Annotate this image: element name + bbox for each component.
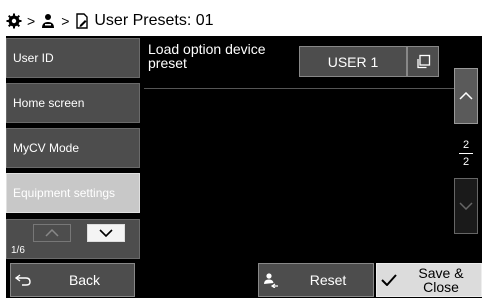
sidebar-page-up-button[interactable] [33, 224, 71, 242]
checkmark-icon [377, 274, 401, 286]
select-list-icon [417, 54, 431, 68]
scroll-page-indicator: 2 2 [454, 130, 478, 176]
preset-select-button[interactable] [407, 46, 439, 77]
preset-edit-icon [76, 13, 89, 29]
back-label: Back [68, 272, 101, 288]
sidebar-item-label: Equipment settings [13, 186, 116, 200]
chevron-up-icon [45, 229, 59, 237]
gear-icon [6, 13, 22, 29]
sidebar-page-down-button[interactable] [87, 224, 125, 242]
sidebar-item-label: User ID [13, 51, 54, 65]
setting-label: Load option device preset [148, 41, 266, 71]
save-close-button[interactable]: Save & Close [376, 263, 482, 297]
reset-label: Reset [309, 272, 347, 288]
screen-frame: > > User Presets: 01 User ID Home screen… [6, 6, 482, 298]
setting-row-load-preset: Load option device preset USER 1 [144, 38, 454, 89]
sidebar-pager: 1/6 [6, 219, 140, 259]
page-title: User Presets: 01 [94, 12, 214, 29]
save-close-label: Save & Close [418, 265, 464, 295]
settings-panel: Load option device preset USER 1 [144, 38, 482, 259]
breadcrumb-presets [74, 13, 90, 29]
chevron-up-icon [459, 92, 473, 100]
preset-value-field[interactable]: USER 1 [299, 46, 407, 77]
user-settings-icon [42, 14, 55, 28]
page-divider [459, 152, 473, 154]
sidebar-item-label: Home screen [13, 96, 85, 110]
breadcrumb-separator: > [61, 13, 70, 29]
scroll-total-pages: 2 [462, 155, 470, 168]
sidebar-item-equipment-settings[interactable]: Equipment settings [6, 173, 140, 213]
footer-bar: Back Reset Save & Close [6, 260, 482, 298]
reset-button[interactable]: Reset [258, 263, 374, 297]
scroll-up-button[interactable] [454, 68, 478, 124]
breadcrumb: > > User Presets: 01 [6, 6, 482, 36]
breadcrumb-settings [6, 13, 22, 29]
chevron-down-icon [459, 202, 473, 210]
sidebar-item-home-screen[interactable]: Home screen [6, 83, 140, 123]
sidebar-page-indicator: 1/6 [11, 245, 25, 256]
user-reset-icon [259, 272, 283, 288]
back-button[interactable]: Back [10, 263, 135, 297]
scroll-down-button[interactable] [454, 178, 478, 234]
sidebar-item-label: MyCV Mode [13, 141, 80, 155]
sidebar-item-user-id[interactable]: User ID [6, 38, 140, 78]
breadcrumb-separator: > [27, 13, 36, 29]
preset-value: USER 1 [327, 53, 379, 70]
chevron-down-icon [99, 229, 113, 237]
back-arrow-icon [11, 274, 35, 286]
breadcrumb-user [40, 13, 56, 29]
scroll-current-page: 2 [462, 138, 470, 151]
sidebar-item-mycv-mode[interactable]: MyCV Mode [6, 128, 140, 168]
